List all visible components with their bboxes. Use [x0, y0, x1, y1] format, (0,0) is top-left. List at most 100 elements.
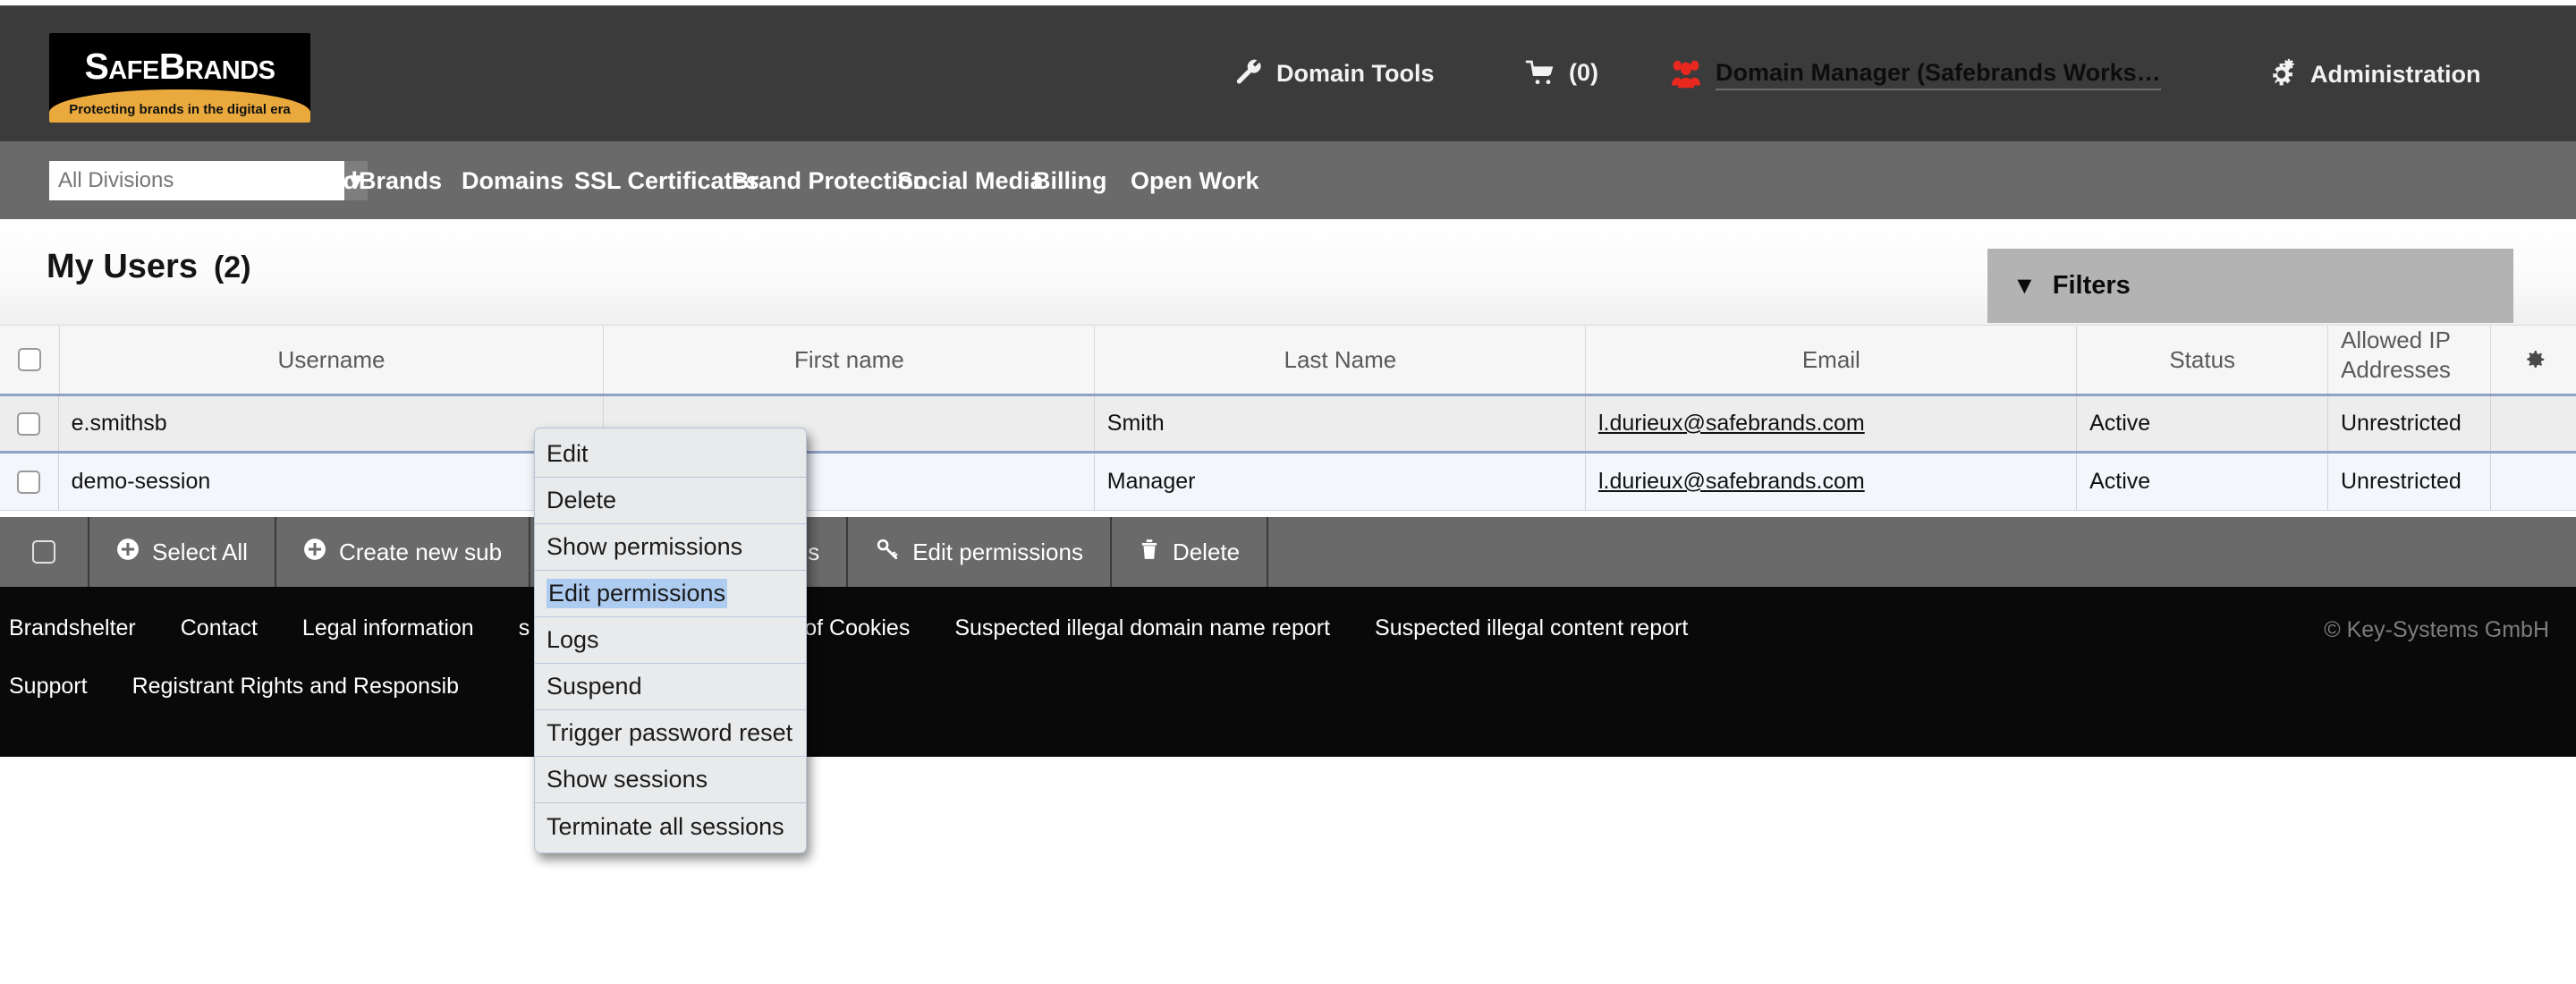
gear-icon[interactable]: [2491, 326, 2576, 394]
plus-circle-icon: [116, 538, 140, 567]
page-title: My Users (2): [47, 248, 251, 286]
footer-link[interactable]: Suspected illegal domain name report: [954, 615, 1330, 641]
cell-status: Active: [2077, 454, 2328, 510]
domain-tools-link[interactable]: Domain Tools: [1234, 58, 1435, 89]
column-header-allowed-ip[interactable]: Allowed IP Addresses: [2328, 326, 2492, 394]
account-switcher[interactable]: Domain Manager (Safebrands Works…: [1668, 58, 2161, 90]
wrench-icon: [1234, 58, 1265, 89]
logo-title: SafeBrands: [84, 46, 275, 87]
row-context-menu[interactable]: Edit Delete Show permissions Edit permissio…: [534, 428, 807, 853]
table-body: e.smithsb Smith l.durieux@safebrands.com Ac…: [0, 396, 2576, 511]
cell-allowed-ip: Unrestricted: [2328, 396, 2492, 451]
gears-icon: [2263, 58, 2299, 90]
nav-item-domains[interactable]: Domains: [462, 167, 564, 195]
cell-email: l.durieux@safebrands.com: [1586, 454, 2078, 510]
column-header-status[interactable]: Status: [2077, 326, 2329, 394]
context-menu-item-logs[interactable]: Logs: [535, 617, 806, 664]
context-menu-item-label: Show sessions: [547, 766, 708, 793]
context-menu-item-show-permissions[interactable]: Show permissions: [535, 524, 806, 571]
context-menu-item-suspend[interactable]: Suspend: [535, 664, 806, 710]
footer-link[interactable]: Legal information: [302, 615, 474, 641]
footer-link[interactable]: Brandshelter: [9, 615, 136, 641]
toolbar-select-checkbox[interactable]: [32, 540, 55, 564]
nav-item-brands[interactable]: Brands: [359, 167, 442, 195]
toolbar-select-checkbox-cell[interactable]: [0, 517, 89, 587]
context-menu-item-label: Trigger password reset: [547, 719, 793, 746]
footer-links: BrandshelterContactLegal informationsPri…: [0, 615, 2263, 700]
cell-status: Active: [2077, 396, 2328, 451]
nav-item-dashboard[interactable]: Dashboard: [232, 167, 358, 195]
context-menu-item-terminate-all-sessions[interactable]: Terminate all sessions: [535, 803, 806, 850]
cell-username: demo-session: [59, 454, 604, 510]
filters-label: Filters: [2052, 271, 2131, 300]
row-select-checkbox[interactable]: [17, 411, 41, 436]
table-row[interactable]: demo-session Manager l.durieux@safebrands.…: [0, 454, 2576, 511]
delete-label: Delete: [1172, 538, 1241, 565]
column-header-username[interactable]: Username: [60, 326, 605, 394]
filters-panel[interactable]: ▼ Filters: [1987, 249, 2513, 323]
chevron-down-icon: ▼: [2012, 272, 2037, 299]
cart-link[interactable]: (0): [1525, 58, 1598, 87]
select-all-header-cell[interactable]: [0, 326, 60, 394]
edit-permissions-label: Edit permissions: [912, 538, 1083, 565]
context-menu-item-edit[interactable]: Edit: [535, 431, 806, 478]
row-end-spacer: [2491, 454, 2576, 510]
column-header-first-name[interactable]: First name: [604, 326, 1096, 394]
row-select-checkbox[interactable]: [17, 470, 41, 494]
edit-permissions-button[interactable]: Edit permissions: [848, 517, 1112, 587]
copyright-text: © Key-Systems GmbH: [2324, 617, 2549, 642]
row-select-cell[interactable]: [0, 396, 59, 451]
cell-email: l.durieux@safebrands.com: [1586, 396, 2078, 451]
create-new-sub-user-button[interactable]: Create new sub: [276, 517, 531, 587]
context-menu-item-label: Show permissions: [547, 533, 743, 560]
bulk-action-toolbar: Select All Create new sub missions Edit …: [0, 517, 2576, 587]
administration-label: Administration: [2310, 60, 2481, 88]
footer-link[interactable]: Contact: [181, 615, 258, 641]
key-icon: [875, 538, 900, 567]
page-footer: BrandshelterContactLegal informationsPri…: [0, 587, 2576, 757]
cell-allowed-ip: Unrestricted: [2328, 454, 2492, 510]
app-window: SafeBrands Protecting brands in the digi…: [0, 0, 2576, 984]
row-select-cell[interactable]: [0, 454, 59, 510]
users-group-icon: [1668, 58, 1704, 90]
row-end-spacer: [2491, 396, 2576, 451]
users-table: Username First name Last Name Email Stat…: [0, 325, 2576, 511]
context-menu-item-label: Edit permissions: [547, 579, 728, 608]
table-header-row: Username First name Last Name Email Stat…: [0, 325, 2576, 396]
plus-circle-icon: [303, 538, 326, 567]
email-link[interactable]: l.durieux@safebrands.com: [1598, 469, 1865, 495]
column-header-email[interactable]: Email: [1586, 326, 2078, 394]
select-all-checkbox[interactable]: [17, 348, 41, 371]
footer-link[interactable]: Suspected illegal content report: [1375, 615, 1688, 641]
context-menu-item-edit-permissions[interactable]: Edit permissions: [535, 571, 806, 617]
nav-item-open-work[interactable]: Open Work: [1131, 167, 1259, 195]
trash-icon: [1139, 538, 1160, 567]
context-menu-item-delete[interactable]: Delete: [535, 478, 806, 524]
context-menu-item-label: Terminate all sessions: [547, 812, 784, 840]
page-title-text: My Users: [47, 248, 198, 285]
cart-count-label: (0): [1569, 58, 1598, 86]
delete-button[interactable]: Delete: [1112, 517, 1269, 587]
context-menu-item-show-sessions[interactable]: Show sessions: [535, 757, 806, 803]
safebrands-logo[interactable]: SafeBrands Protecting brands in the digi…: [49, 33, 310, 123]
context-menu-item-label: Suspend: [547, 673, 642, 700]
table-row[interactable]: e.smithsb Smith l.durieux@safebrands.com Ac…: [0, 396, 2576, 454]
nav-item-social-media[interactable]: Social Media: [897, 167, 1044, 195]
select-all-label: Select All: [152, 538, 248, 565]
footer-link[interactable]: Support: [9, 674, 88, 700]
context-menu-item-label: Delete: [547, 487, 617, 513]
column-header-last-name[interactable]: Last Name: [1095, 326, 1587, 394]
cell-last-name: Manager: [1095, 454, 1586, 510]
footer-link[interactable]: Registrant Rights and Responsib: [132, 674, 459, 700]
logo-tagline: Protecting brands in the digital era: [69, 102, 291, 117]
context-menu-item-label: Logs: [547, 626, 599, 653]
select-all-button[interactable]: Select All: [89, 517, 276, 587]
footer-link[interactable]: s: [519, 615, 530, 641]
context-menu-item-trigger-password-reset[interactable]: Trigger password reset: [535, 710, 806, 757]
nav-item-billing[interactable]: Billing: [1033, 167, 1107, 195]
main-nav-bar: ▼ DashboardBrandsDomainsSSL Certificates…: [0, 141, 2576, 219]
page-title-count: (2): [213, 250, 251, 284]
email-link[interactable]: l.durieux@safebrands.com: [1598, 411, 1865, 437]
cell-username: e.smithsb: [59, 396, 604, 451]
administration-link[interactable]: Administration: [2263, 58, 2481, 90]
